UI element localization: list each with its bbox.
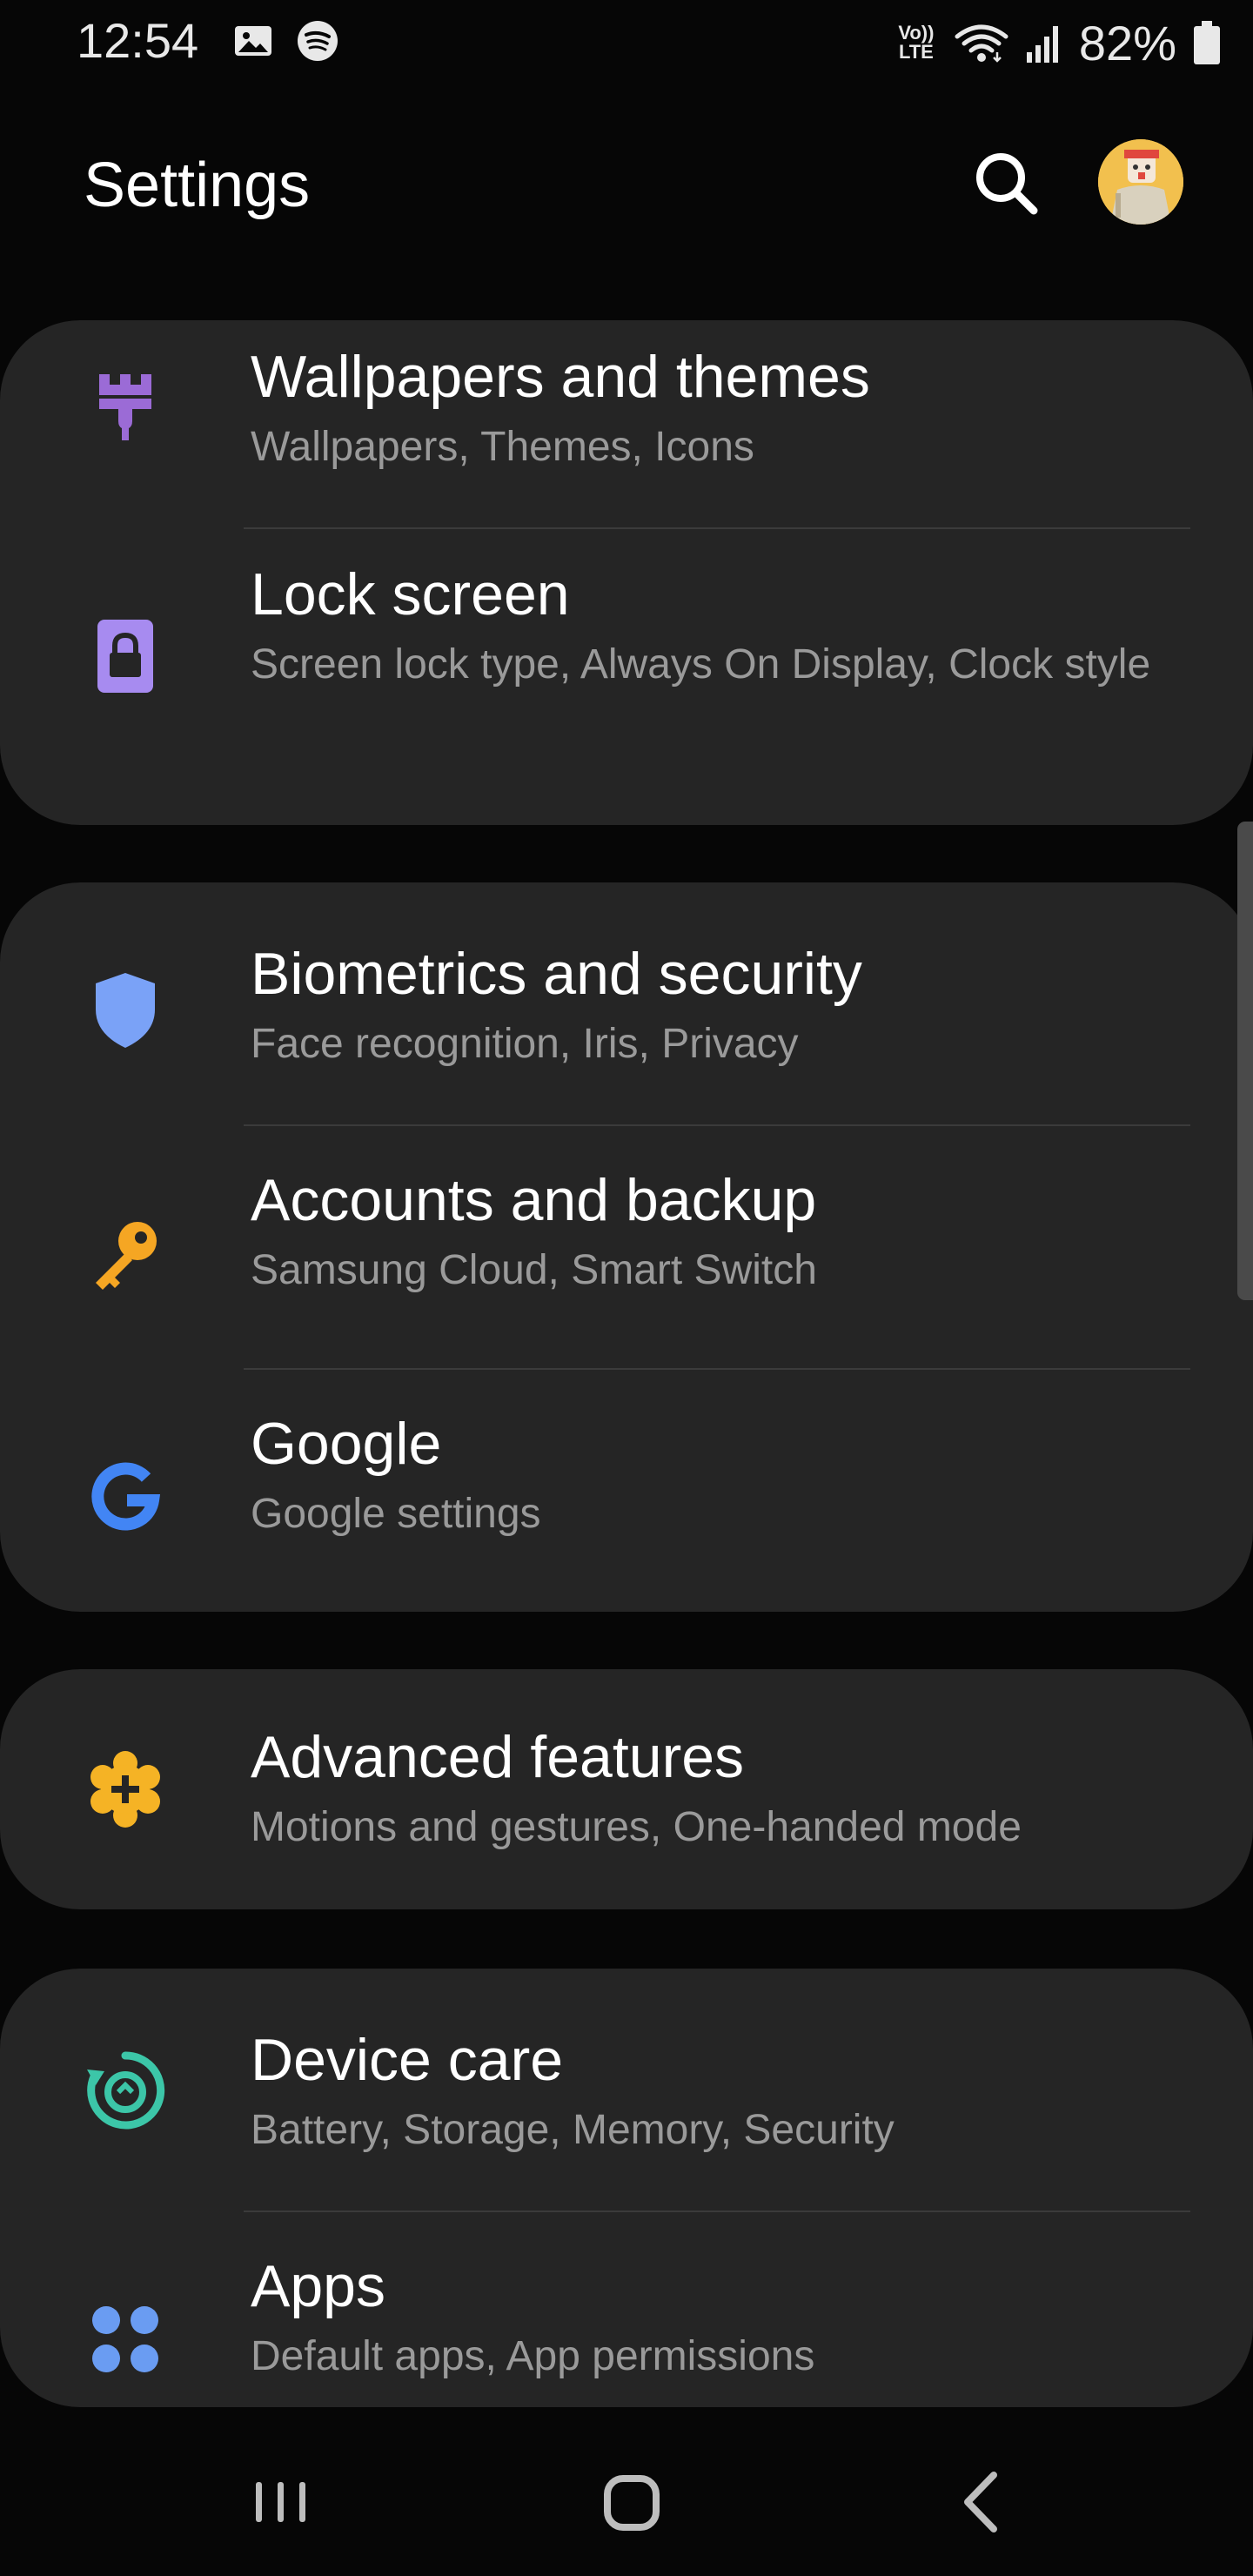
item-subtitle: Face recognition, Iris, Privacy xyxy=(251,1021,799,1067)
navigation-bar xyxy=(0,2428,1253,2576)
settings-item-google[interactable]: Google Google settings xyxy=(0,1370,1253,1612)
home-icon xyxy=(604,2475,660,2531)
paintbrush-icon xyxy=(99,374,151,440)
settings-card-security: Biometrics and security Face recognition… xyxy=(0,882,1253,1612)
avatar[interactable] xyxy=(1098,139,1183,225)
item-subtitle: Wallpapers, Themes, Icons xyxy=(251,424,754,470)
search-button[interactable] xyxy=(971,148,1041,218)
settings-card-device: Device care Battery, Storage, Memory, Se… xyxy=(0,1969,1253,2407)
settings-item-advanced-features[interactable]: Advanced features Motions and gestures, … xyxy=(0,1669,1253,1909)
item-title: Biometrics and security xyxy=(251,941,862,1007)
settings-item-lock-screen[interactable]: Lock screen Screen lock type, Always On … xyxy=(0,529,1253,825)
search-icon xyxy=(976,153,1038,215)
app-header: Settings xyxy=(0,104,1253,261)
item-title: Device care xyxy=(251,2027,564,2093)
google-icon xyxy=(91,1462,161,1531)
item-title: Wallpapers and themes xyxy=(251,344,870,410)
status-bar: 12:54 Vo)) LTE 82% xyxy=(0,0,1253,87)
settings-item-device-care[interactable]: Device care Battery, Storage, Memory, Se… xyxy=(0,1969,1253,2212)
settings-item-apps[interactable]: Apps Default apps, App permissions xyxy=(0,2212,1253,2407)
page-title: Settings xyxy=(84,151,311,220)
battery-percent: 82% xyxy=(1078,15,1176,70)
battery-icon xyxy=(1194,21,1220,64)
key-icon xyxy=(96,1222,157,1290)
back-icon xyxy=(964,2472,997,2532)
wifi-icon xyxy=(955,24,1008,63)
recents-button[interactable] xyxy=(233,2454,329,2550)
spotify-icon xyxy=(298,21,338,61)
item-subtitle: Screen lock type, Always On Display, Clo… xyxy=(251,641,1151,688)
item-subtitle: Battery, Storage, Memory, Security xyxy=(251,2107,895,2153)
avatar-image xyxy=(1098,139,1183,225)
volte-icon: Vo)) LTE xyxy=(895,23,938,62)
apps-icon xyxy=(92,2306,158,2372)
recents-icon xyxy=(256,2482,305,2522)
item-title: Accounts and backup xyxy=(251,1167,817,1233)
signal-icon xyxy=(1026,26,1058,63)
item-title: Apps xyxy=(251,2253,385,2319)
item-subtitle: Samsung Cloud, Smart Switch xyxy=(251,1247,817,1293)
item-title: Advanced features xyxy=(251,1724,745,1790)
item-subtitle: Motions and gestures, One-handed mode xyxy=(251,1804,1022,1850)
item-title: Google xyxy=(251,1411,442,1477)
item-subtitle: Google settings xyxy=(251,1491,541,1537)
volte-line2: LTE xyxy=(898,41,934,63)
shield-icon xyxy=(96,973,155,1048)
scrollbar[interactable] xyxy=(1237,822,1253,1300)
settings-item-biometrics-security[interactable]: Biometrics and security Face recognition… xyxy=(0,882,1253,1126)
home-button[interactable] xyxy=(583,2454,679,2550)
item-subtitle: Default apps, App permissions xyxy=(251,2333,815,2379)
lock-icon xyxy=(97,620,153,693)
settings-card-personalization: Wallpapers and themes Wallpapers, Themes… xyxy=(0,320,1253,825)
device-care-icon xyxy=(87,2051,165,2130)
advanced-gear-icon xyxy=(90,1751,160,1828)
volte-line1: Vo)) xyxy=(898,22,935,44)
status-right: Vo)) LTE 82% xyxy=(895,12,1222,73)
gallery-icon xyxy=(235,26,271,56)
settings-item-accounts-backup[interactable]: Accounts and backup Samsung Cloud, Smart… xyxy=(0,1126,1253,1370)
item-title: Lock screen xyxy=(251,561,570,627)
back-button[interactable] xyxy=(935,2454,1030,2550)
settings-card-advanced: Advanced features Motions and gestures, … xyxy=(0,1669,1253,1909)
status-time: 12:54 xyxy=(77,13,199,68)
